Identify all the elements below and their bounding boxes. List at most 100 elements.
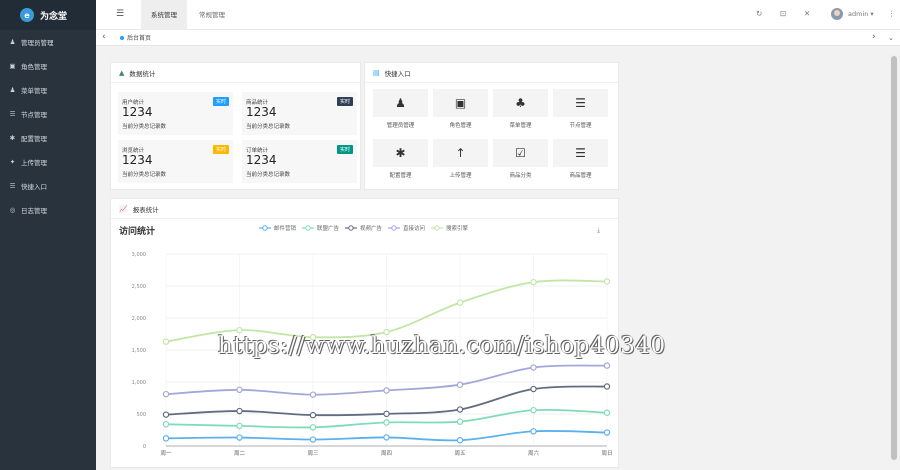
- watermark-text: https://www.huzhan.com/ishop40340: [218, 333, 666, 359]
- config-icon: ✱: [373, 139, 428, 167]
- tab-general[interactable]: 常规管理: [189, 0, 235, 30]
- role-icon: ▣: [9, 62, 16, 70]
- stat-desc: 当前分类总记录数: [122, 124, 167, 130]
- tabs-next-icon[interactable]: ›: [872, 32, 876, 42]
- y-tick-label: 3,000: [132, 252, 146, 258]
- quick-card: ▤ 快捷入口 ♟ 管理员管理 ▣ 角色管理 ♣ 菜单管理 ☰ 节点管理 ✱ 配置管理 ↑ 上传管理 ☑ 商…: [364, 62, 619, 190]
- data-point: [530, 428, 537, 435]
- legend-item: 联盟广告: [302, 224, 340, 232]
- sidebar-item-4[interactable]: ✱ 配置管理: [0, 126, 96, 150]
- top-bar: ☰ 系统管理 常规管理 ↻ ⊡ ✕ admin ▾ ⋮: [96, 0, 900, 30]
- sidebar-item-7[interactable]: ◎ 日志管理: [0, 198, 96, 222]
- quick-link-label: 菜单管理: [509, 123, 532, 129]
- clear-cache-icon[interactable]: ⊡: [780, 9, 786, 18]
- data-point: [309, 424, 317, 431]
- stats-card-title: 数据统计: [129, 69, 156, 78]
- stat-desc: 当前分类总记录数: [122, 172, 167, 178]
- data-point: [236, 434, 243, 441]
- data-point: [530, 385, 537, 393]
- quick-link[interactable]: ☑ 商品分类: [493, 139, 548, 181]
- stat-value: 1234: [122, 105, 153, 119]
- sidebar-item-1[interactable]: ▣ 角色管理: [0, 54, 96, 78]
- sidebar-item-5[interactable]: ✦ 上传管理: [0, 150, 96, 174]
- app-logo[interactable]: e 为念堂: [0, 0, 96, 30]
- legend-marker: [262, 225, 268, 231]
- y-tick-label: 0: [143, 444, 146, 450]
- quick-link-label: 上传管理: [449, 173, 472, 179]
- tabs-prev-icon[interactable]: ‹: [102, 32, 106, 42]
- quick-link[interactable]: ✱ 配置管理: [373, 139, 428, 181]
- legend-label: 邮件营销: [274, 224, 297, 232]
- sidebar-item-label: 上传管理: [21, 159, 47, 167]
- upload-icon: ✦: [9, 158, 16, 166]
- sidebar-item-label: 节点管理: [21, 111, 47, 119]
- data-point: [162, 411, 170, 418]
- tabs-menu-icon[interactable]: ⌄: [888, 34, 894, 42]
- quick-link[interactable]: ☰ 节点管理: [553, 89, 608, 131]
- legend-label: 直接访问: [403, 224, 425, 232]
- stat-value: 1234: [122, 153, 153, 167]
- warning-icon: ▲: [119, 68, 125, 77]
- fullscreen-icon[interactable]: ✕: [804, 9, 810, 18]
- tab-system[interactable]: 系统管理: [141, 0, 187, 30]
- line-chart-icon: 📈: [119, 204, 128, 213]
- quick-link[interactable]: ↑ 上传管理: [433, 139, 488, 181]
- stat-desc: 当前分类总记录数: [246, 172, 291, 178]
- stat-card: 用户统计 实时 1234 当前分类总记录数: [118, 92, 233, 135]
- sidebar-item-3[interactable]: ☰ 节点管理: [0, 102, 96, 126]
- data-point: [603, 409, 611, 416]
- list-icon: ☰: [553, 139, 608, 167]
- quick-link[interactable]: ♣ 菜单管理: [493, 89, 548, 131]
- download-icon[interactable]: ⤓: [597, 226, 600, 234]
- y-tick-label: 1,000: [132, 380, 146, 386]
- sidebar-item-label: 日志管理: [21, 207, 47, 215]
- app-title: 为念堂: [40, 11, 68, 22]
- sidebar-item-6[interactable]: ☰ 快捷入口: [0, 174, 96, 198]
- username[interactable]: admin ▾: [848, 10, 874, 18]
- data-point: [383, 387, 390, 394]
- tab-home[interactable]: 后台首页: [120, 33, 151, 42]
- sidebar-item-0[interactable]: ♟ 管理员管理: [0, 30, 96, 54]
- quick-link[interactable]: ▣ 角色管理: [433, 89, 488, 131]
- report-card-header: 📈 报表统计: [111, 199, 618, 219]
- y-tick-label: 500: [136, 412, 146, 418]
- data-point: [603, 383, 611, 390]
- data-point: [162, 338, 170, 345]
- quick-link[interactable]: ☰ 商品管理: [553, 139, 608, 181]
- x-tick-label: 周日: [601, 450, 612, 457]
- sidebar-item-2[interactable]: ♟ 菜单管理: [0, 78, 96, 102]
- x-tick-label: 周四: [381, 450, 392, 457]
- chart-title: 访问统计: [119, 225, 155, 237]
- legend-marker: [391, 225, 397, 231]
- refresh-icon[interactable]: ↻: [756, 9, 762, 18]
- scroll-thumb[interactable]: [891, 56, 897, 460]
- quick-link-label: 角色管理: [449, 123, 472, 129]
- sidebar: e 为念堂 ♟ 管理员管理 ▣ 角色管理 ♟ 菜单管理 ☰ 节点管理 ✱ 配置管理 ✦ 上传管理 ☰ 快捷…: [0, 0, 96, 470]
- report-card-title: 报表统计: [132, 205, 159, 214]
- quick-link-label: 管理员管理: [386, 123, 415, 129]
- avatar[interactable]: [831, 8, 843, 20]
- more-icon[interactable]: ⋮: [888, 9, 896, 18]
- tree-icon: ♣: [493, 89, 548, 117]
- quick-link[interactable]: ♟ 管理员管理: [373, 89, 428, 131]
- data-point: [309, 411, 317, 419]
- data-point: [456, 299, 464, 306]
- data-point: [530, 406, 537, 414]
- stat-value: 1234: [246, 153, 277, 167]
- list-icon: ☰: [553, 89, 608, 117]
- role-icon: ▣: [433, 89, 488, 117]
- scrollbar[interactable]: [890, 54, 898, 462]
- data-point: [162, 421, 170, 428]
- data-point: [236, 407, 243, 415]
- credit-card-icon: ▤: [373, 68, 380, 77]
- data-point: [603, 278, 611, 285]
- menu-toggle-icon[interactable]: ☰: [116, 9, 124, 19]
- data-point: [162, 435, 170, 442]
- data-point: [383, 419, 390, 426]
- legend-marker: [348, 225, 354, 231]
- legend-label: 视频广告: [360, 224, 383, 232]
- stat-card: 订单统计 实时 1234 当前分类总记录数: [242, 140, 357, 183]
- data-point: [530, 364, 537, 371]
- status-badge: 实时: [212, 145, 229, 154]
- data-point: [603, 429, 611, 436]
